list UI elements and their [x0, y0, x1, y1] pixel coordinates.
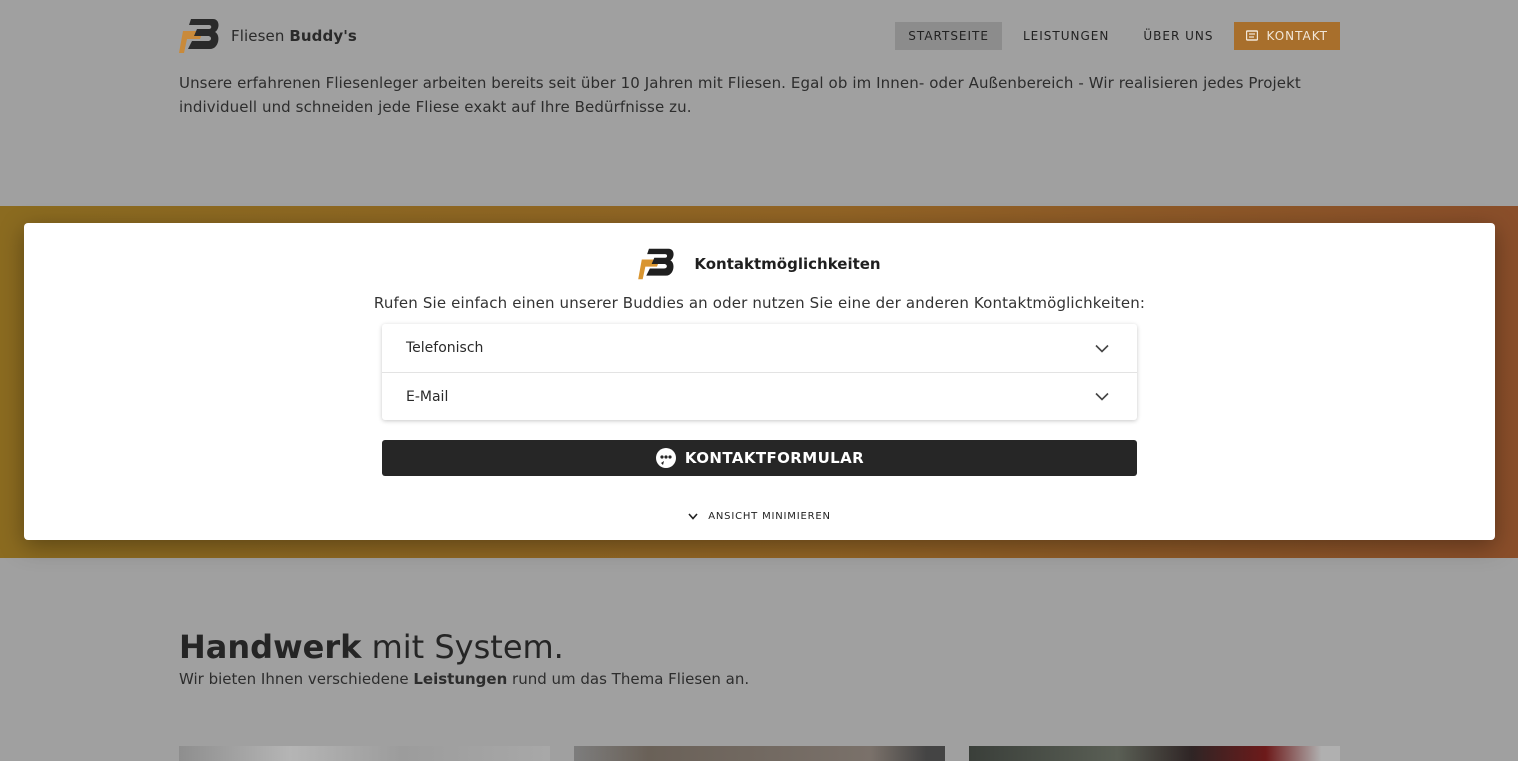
nav-item-leistungen[interactable]: LEISTUNGEN [1010, 22, 1122, 50]
accordion-label: E-Mail [406, 388, 449, 405]
service-card-image[interactable] [574, 746, 945, 761]
modal-title: Kontaktmöglichkeiten [694, 255, 881, 273]
brand-name: Fliesen Buddy's [231, 27, 357, 45]
minimize-view-button[interactable]: ANSICHT MINIMIEREN [24, 511, 1495, 522]
minimize-label: ANSICHT MINIMIEREN [708, 511, 831, 522]
main-nav: STARTSEITE LEISTUNGEN ÜBER UNS KONTAKT [895, 22, 1340, 50]
accordion-item-email[interactable]: E-Mail [382, 372, 1137, 420]
handwerk-title: Handwerk mit System. [179, 628, 564, 666]
chat-bubble-icon [655, 447, 677, 469]
chevron-down-icon [688, 513, 698, 520]
nav-item-ueber-uns[interactable]: ÜBER UNS [1130, 22, 1226, 50]
chevron-down-icon [1095, 392, 1109, 401]
fb-logo-icon [638, 247, 676, 281]
service-card-image[interactable] [969, 746, 1340, 761]
nav-contact-label: KONTAKT [1266, 29, 1328, 43]
intro-text: Unsere erfahrenen Fliesenleger arbeiten … [179, 74, 1301, 116]
fb-logo-icon [179, 15, 221, 57]
nav-contact-button[interactable]: KONTAKT [1234, 22, 1340, 50]
accordion-item-telefonisch[interactable]: Telefonisch [382, 324, 1137, 372]
service-card-image[interactable] [179, 746, 550, 761]
modal-header: Kontaktmöglichkeiten [24, 247, 1495, 281]
modal-description: Rufen Sie einfach einen unserer Buddies … [373, 294, 1146, 312]
contact-modal: Kontaktmöglichkeiten Rufen Sie einfach e… [24, 223, 1495, 540]
brand[interactable]: Fliesen Buddy's [179, 15, 357, 57]
handwerk-subtitle: Wir bieten Ihnen verschiedene Leistungen… [179, 670, 750, 688]
nav-item-startseite[interactable]: STARTSEITE [895, 22, 1002, 50]
message-icon [1246, 30, 1259, 42]
contact-form-button[interactable]: KONTAKTFORMULAR [382, 440, 1137, 476]
accordion-label: Telefonisch [406, 340, 484, 356]
contact-form-label: KONTAKTFORMULAR [684, 449, 865, 467]
handwerk-section: Handwerk mit System. Wir bieten Ihnen ve… [179, 628, 749, 688]
site-header: Fliesen Buddy's STARTSEITE LEISTUNGEN ÜB… [179, 14, 1340, 58]
chevron-down-icon [1095, 344, 1109, 353]
contact-accordion: Telefonisch E-Mail [382, 324, 1137, 420]
